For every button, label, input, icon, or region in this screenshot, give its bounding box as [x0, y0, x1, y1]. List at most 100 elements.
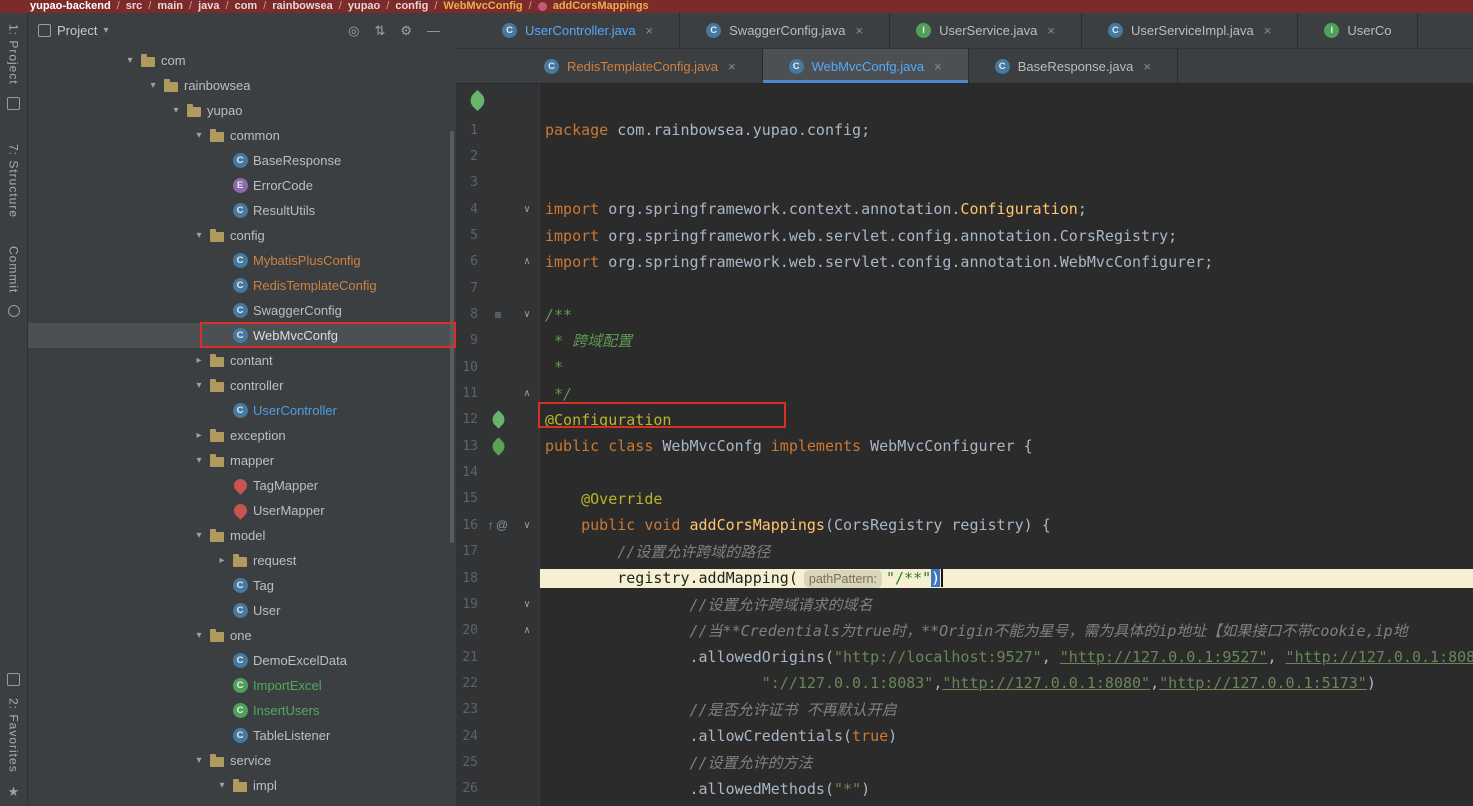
code-text[interactable]: //是否允许证书 不再默认开启 — [540, 699, 1473, 720]
spring-bean-icon[interactable] — [488, 410, 508, 430]
line-number[interactable]: 9 — [456, 333, 482, 348]
tree-collapse-arrow-icon[interactable]: ▾ — [145, 80, 161, 91]
tree-item-InsertUsers[interactable]: C InsertUsers — [28, 698, 456, 723]
breadcrumb-segment[interactable]: com — [235, 0, 258, 13]
tree-collapse-arrow-icon[interactable]: ▾ — [214, 780, 230, 791]
tree-scrollbar[interactable] — [450, 131, 454, 543]
fold-marker-icon[interactable]: ∨ — [514, 599, 540, 610]
tab-UserCo[interactable]: I UserCo — [1298, 13, 1419, 48]
code-text[interactable]: * 跨域配置 — [540, 330, 1473, 351]
tool-button-project[interactable]: 1: Project — [7, 24, 21, 85]
settings-gear-icon[interactable]: ⚙ — [400, 23, 412, 39]
code-text[interactable]: //设置允许跨域请求的域名 — [540, 594, 1473, 615]
tree-item-com[interactable]: ▾ com — [28, 48, 456, 73]
tree-item-UserMapper[interactable]: UserMapper — [28, 498, 456, 523]
line-number[interactable]: 15 — [456, 491, 482, 506]
line-number[interactable]: 26 — [456, 781, 482, 796]
line-number[interactable]: 11 — [456, 386, 482, 401]
tool-button-commit[interactable]: Commit — [7, 246, 21, 293]
close-tab-icon[interactable]: × — [856, 23, 864, 38]
tab-SwaggerConfig.java[interactable]: C SwaggerConfig.java × — [680, 13, 891, 48]
code-text[interactable]: /** — [540, 306, 1473, 324]
tree-item-TableListener[interactable]: C TableListener — [28, 723, 456, 748]
tree-item-ResultUtils[interactable]: C ResultUtils — [28, 198, 456, 223]
line-number[interactable]: 7 — [456, 281, 482, 296]
editor-body[interactable]: 1 package com.rainbowsea.yupao.config; 2 3 4… — [456, 84, 1473, 806]
commit-tool-icon[interactable] — [7, 305, 20, 318]
code-text[interactable]: .allowedMethods("*") — [540, 780, 1473, 798]
breadcrumb-segment[interactable]: main — [157, 0, 183, 13]
fold-marker-icon[interactable]: ∧ — [514, 625, 540, 636]
tree-item-yupao[interactable]: ▾ yupao — [28, 98, 456, 123]
breadcrumb-segment[interactable]: yupao — [348, 0, 380, 13]
related-symbols-icon[interactable]: ≡ — [494, 308, 501, 322]
close-tab-icon[interactable]: × — [728, 59, 736, 74]
code-text[interactable]: */ — [540, 385, 1473, 403]
code-text[interactable]: "://127.0.0.1:8083","http://127.0.0.1:80… — [540, 674, 1473, 692]
tab-UserController.java[interactable]: C UserController.java × — [476, 13, 681, 48]
fold-marker-icon[interactable]: ∨ — [514, 520, 540, 531]
tree-item-BaseResponse[interactable]: C BaseResponse — [28, 148, 456, 173]
tree-collapse-arrow-icon[interactable]: ▾ — [191, 755, 207, 766]
line-number[interactable]: 25 — [456, 755, 482, 770]
code-text[interactable]: .allowedOrigins("http://localhost:9527",… — [540, 648, 1473, 666]
tree-item-TagMapper[interactable]: TagMapper — [28, 473, 456, 498]
tree-item-controller[interactable]: ▾ controller — [28, 373, 456, 398]
tab-UserServiceImpl.java[interactable]: C UserServiceImpl.java × — [1082, 13, 1299, 48]
tree-item-mapper[interactable]: ▾ mapper — [28, 448, 456, 473]
tree-collapse-arrow-icon[interactable]: ▾ — [191, 455, 207, 466]
fold-marker-icon[interactable]: ∧ — [514, 256, 540, 267]
fold-marker-icon[interactable]: ∨ — [514, 204, 540, 215]
code-text[interactable]: import org.springframework.web.servlet.c… — [540, 253, 1473, 271]
close-tab-icon[interactable]: × — [1143, 59, 1151, 74]
tree-item-UserController[interactable]: C UserController — [28, 398, 456, 423]
line-number[interactable]: 19 — [456, 597, 482, 612]
tree-expand-arrow-icon[interactable]: ▸ — [214, 555, 230, 566]
tree-collapse-arrow-icon[interactable]: ▾ — [191, 530, 207, 541]
close-tab-icon[interactable]: × — [1264, 23, 1272, 38]
tab-BaseResponse.java[interactable]: C BaseResponse.java × — [969, 49, 1178, 83]
tree-item-rainbowsea[interactable]: ▾ rainbowsea — [28, 73, 456, 98]
code-text[interactable]: registry.addMapping(pathPattern: "/**") — [540, 568, 1473, 588]
breadcrumb-segment[interactable]: addCorsMappings — [553, 0, 649, 13]
tree-item-User[interactable]: C User — [28, 598, 456, 623]
tab-RedisTemplateConfig.java[interactable]: C RedisTemplateConfig.java × — [518, 49, 763, 83]
code-text[interactable]: //设置允许的方法 — [540, 752, 1473, 773]
tree-item-SwaggerConfig[interactable]: C SwaggerConfig — [28, 298, 456, 323]
line-number[interactable]: 24 — [456, 729, 482, 744]
tree-expand-arrow-icon[interactable]: ▸ — [191, 430, 207, 441]
hide-panel-icon[interactable]: — — [427, 23, 440, 39]
close-tab-icon[interactable]: × — [646, 23, 654, 38]
chevron-down-icon[interactable]: ▾ — [103, 25, 108, 36]
code-text[interactable]: //设置允许跨域的路径 — [540, 541, 1473, 562]
line-number[interactable]: 3 — [456, 175, 482, 190]
tree-collapse-arrow-icon[interactable]: ▾ — [122, 55, 138, 66]
tree-collapse-arrow-icon[interactable]: ▾ — [191, 380, 207, 391]
tree-item-ImportExcel[interactable]: C ImportExcel — [28, 673, 456, 698]
line-number[interactable]: 21 — [456, 650, 482, 665]
tab-WebMvcConfg.java[interactable]: C WebMvcConfg.java × — [762, 49, 969, 83]
tree-item-config[interactable]: ▾ config — [28, 223, 456, 248]
breadcrumb-segment[interactable]: src — [126, 0, 143, 13]
code-text[interactable]: import org.springframework.context.annot… — [540, 200, 1473, 218]
tree-item-Tag[interactable]: C Tag — [28, 573, 456, 598]
line-number[interactable]: 5 — [456, 228, 482, 243]
tree-item-RedisTemplateConfig[interactable]: C RedisTemplateConfig — [28, 273, 456, 298]
code-text[interactable]: .allowCredentials(true) — [540, 727, 1473, 745]
breadcrumb-segment[interactable]: java — [198, 0, 219, 13]
line-number[interactable]: 10 — [456, 360, 482, 375]
tree-item-exception[interactable]: ▸ exception — [28, 423, 456, 448]
line-number[interactable]: 6 — [456, 254, 482, 269]
tree-expand-arrow-icon[interactable]: ▸ — [191, 355, 207, 366]
breadcrumb-segment[interactable]: WebMvcConfig — [443, 0, 522, 13]
line-number[interactable]: 12 — [456, 412, 482, 427]
line-number[interactable]: 23 — [456, 702, 482, 717]
line-number[interactable]: 16 — [456, 518, 482, 533]
code-area[interactable]: 1 package com.rainbowsea.yupao.config; 2 3 4… — [456, 117, 1473, 806]
line-number[interactable]: 13 — [456, 439, 482, 454]
tree-item-one[interactable]: ▾ one — [28, 623, 456, 648]
code-text[interactable]: package com.rainbowsea.yupao.config; — [540, 121, 1473, 139]
bottom-tool-icon[interactable] — [7, 673, 20, 687]
tree-item-MybatisPlusConfig[interactable]: C MybatisPlusConfig — [28, 248, 456, 273]
tree-item-contant[interactable]: ▸ contant — [28, 348, 456, 373]
